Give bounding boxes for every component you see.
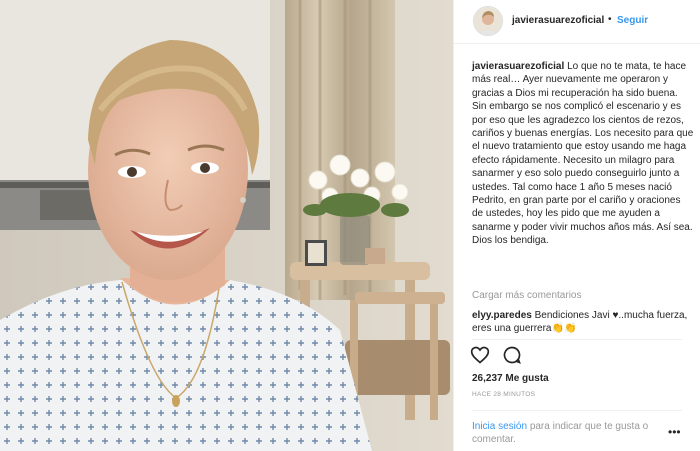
load-more-comments-link[interactable]: Cargar más comentarios <box>472 290 581 301</box>
hospital-selfie-image <box>0 0 453 451</box>
instagram-post: javierasuarezoficial • Seguir javierasua… <box>0 0 700 451</box>
login-link[interactable]: Inicia sesión <box>472 421 527 432</box>
comment-username-link[interactable]: elyy.paredes <box>472 310 532 321</box>
post-header: javierasuarezoficial • Seguir <box>454 0 700 44</box>
post-photo[interactable] <box>0 0 453 451</box>
divider <box>472 339 682 340</box>
caption-username-link[interactable]: javierasuarezoficial <box>472 61 564 72</box>
header-separator: • <box>608 14 612 25</box>
post-caption: javierasuarezoficial Lo que no te mata, … <box>472 60 694 248</box>
login-prompt: Inicia sesión para indicar que te gusta … <box>472 420 694 446</box>
divider <box>472 410 682 411</box>
header-username-link[interactable]: javierasuarezoficial <box>512 15 604 26</box>
likes-count[interactable]: 26,237 Me gusta <box>472 373 549 384</box>
comment-item: elyy.paredes Bendiciones Javi ♥..mucha f… <box>472 309 694 335</box>
caption-text: Lo que no te mata, te hace más real… Aye… <box>472 61 694 247</box>
comment-bubble-icon[interactable] <box>502 345 522 365</box>
avatar-image <box>474 7 502 35</box>
heart-icon[interactable] <box>470 345 490 365</box>
post-timestamp: HACE 28 MINUTOS <box>472 391 536 398</box>
follow-button[interactable]: Seguir <box>617 15 648 26</box>
avatar[interactable] <box>473 6 503 36</box>
more-options-icon[interactable]: ••• <box>668 425 681 439</box>
post-side-panel: javierasuarezoficial • Seguir javierasua… <box>453 0 700 451</box>
